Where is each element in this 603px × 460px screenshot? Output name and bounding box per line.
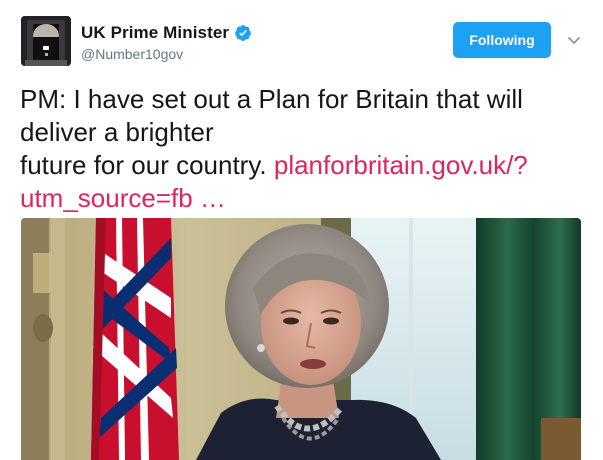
- tweet-card: UK Prime Minister @Number10gov Following…: [0, 0, 603, 460]
- tweet-link[interactable]: planforbritain.gov.uk/?: [274, 150, 528, 180]
- tweet-text: PM: I have set out a Plan for Britain th…: [20, 83, 595, 215]
- verified-badge-icon: [235, 25, 252, 41]
- display-name-row: UK Prime Minister: [81, 22, 252, 44]
- tweet-link-continuation: utm_source=fb …: [20, 182, 595, 215]
- author-info: UK Prime Minister @Number10gov: [81, 22, 252, 62]
- tweet-link-continued[interactable]: utm_source=fb …: [20, 183, 226, 213]
- following-button[interactable]: Following: [453, 22, 551, 58]
- handle[interactable]: @Number10gov: [81, 46, 252, 62]
- tweet-text-line-with-link: future for our country. planforbritain.g…: [20, 149, 595, 182]
- tweet-text-segment: future for our country.: [20, 150, 274, 180]
- tweet-media[interactable]: [21, 218, 581, 460]
- tweet-text-line: PM: I have set out a Plan for Britain th…: [20, 84, 523, 114]
- avatar[interactable]: [21, 16, 71, 66]
- tweet-text-line: deliver a brighter: [20, 117, 214, 147]
- video-still-image: [21, 218, 581, 460]
- chevron-down-icon[interactable]: [566, 32, 582, 48]
- number-10-door-avatar-icon: [21, 16, 71, 66]
- display-name[interactable]: UK Prime Minister: [81, 23, 229, 43]
